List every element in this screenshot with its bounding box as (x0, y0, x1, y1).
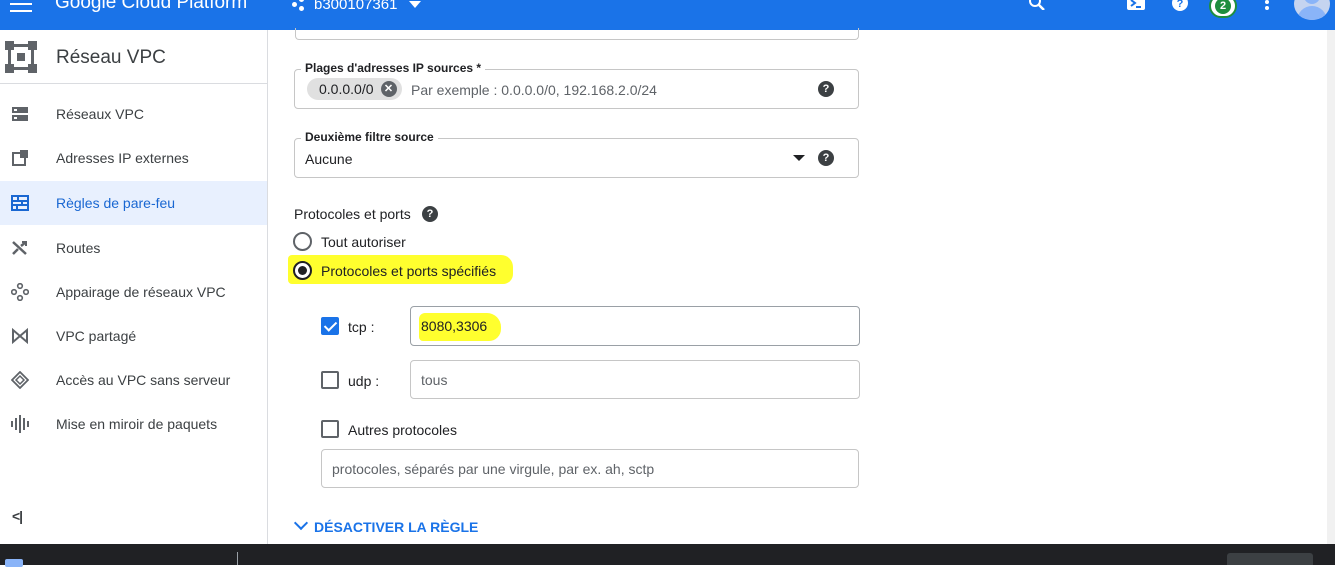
chevron-down-icon (293, 515, 309, 531)
ip-range-chip[interactable]: 0.0.0.0/0 ✕ (307, 78, 402, 100)
collapse-sidebar-button[interactable]: <| (12, 508, 23, 524)
source-ip-ranges-field[interactable]: Plages d'adresses IP sources * 0.0.0.0/0… (294, 61, 859, 109)
notifications-badge[interactable]: 2 (1209, 0, 1237, 18)
other-protocols-input[interactable] (332, 459, 732, 479)
sidebar-title: Réseau VPC (56, 47, 166, 68)
disable-rule-label: DÉSACTIVER LA RÈGLE (314, 519, 479, 535)
external-ip-icon (12, 150, 28, 166)
vpc-network-logo-icon (5, 41, 37, 73)
other-protocols-field[interactable] (321, 449, 859, 488)
source-ip-ranges-input[interactable] (411, 80, 811, 100)
sidebar-item-vpc-networks[interactable]: Réseaux VPC (0, 92, 267, 136)
more-vert-icon[interactable] (1262, 0, 1272, 12)
sidebar-item-label: Routes (56, 240, 101, 256)
sidebar-item-routes[interactable]: Routes (0, 226, 267, 270)
os-taskbar (0, 544, 1335, 567)
taskbar-button[interactable] (1227, 553, 1313, 565)
peering-icon (11, 283, 29, 301)
disable-rule-link[interactable]: DÉSACTIVER LA RÈGLE (291, 515, 479, 538)
other-protocols-label: Autres protocoles (348, 422, 457, 438)
firewall-rule-form: Plages d'adresses IP sources * 0.0.0.0/0… (269, 28, 1335, 544)
help-icon[interactable]: ? (818, 81, 834, 97)
ip-range-chip-label: 0.0.0.0/0 (319, 81, 374, 97)
sidebar-item-label: Règles de pare-feu (56, 195, 176, 211)
packet-mirroring-icon (11, 415, 29, 433)
radio-allow-all-label: Tout autoriser (321, 234, 406, 250)
help-icon[interactable]: ? (422, 206, 438, 222)
udp-checkbox[interactable] (321, 371, 339, 389)
svg-text:?: ? (1177, 0, 1184, 10)
account-avatar[interactable] (1294, 0, 1330, 20)
cloud-shell-icon[interactable] (1126, 0, 1146, 12)
routes-icon (12, 241, 27, 255)
app-title[interactable]: Google Cloud Platform (55, 0, 247, 14)
tcp-ports-input[interactable] (421, 316, 821, 336)
sidebar-item-external-ip[interactable]: Adresses IP externes (0, 136, 267, 180)
previous-field-bottom-border (295, 28, 859, 40)
search-icon[interactable] (1028, 0, 1048, 12)
sidebar-item-firewall-rules[interactable]: Règles de pare-feu (0, 181, 267, 225)
sidebar-item-peering[interactable]: Appairage de réseaux VPC (0, 270, 267, 314)
sidebar-item-label: Accès au VPC sans serveur (56, 372, 231, 388)
protocols-ports-heading: Protocoles et ports (294, 206, 411, 222)
radio-specified-protocols-circle[interactable] (293, 261, 312, 280)
udp-ports-field[interactable] (410, 360, 860, 399)
serverless-icon (11, 371, 29, 389)
chevron-down-icon (409, 0, 422, 8)
taskbar-divider (237, 552, 238, 565)
vpc-networks-icon (12, 107, 28, 121)
sidebar-item-label: Adresses IP externes (56, 150, 189, 166)
second-source-filter-value: Aucune (305, 151, 353, 167)
project-name: b300107361 (314, 0, 398, 13)
notification-count: 2 (1215, 0, 1231, 14)
chip-remove-icon[interactable]: ✕ (380, 81, 397, 97)
project-selector[interactable]: b300107361 (292, 0, 422, 14)
tcp-label: tcp : (348, 319, 375, 335)
shared-vpc-icon (12, 327, 28, 345)
firewall-icon (11, 195, 29, 211)
sidebar-item-label: Appairage de réseaux VPC (56, 284, 226, 300)
second-source-filter-label: Deuxième filtre source (301, 130, 438, 144)
sidebar-item-shared-vpc[interactable]: VPC partagé (0, 314, 267, 358)
radio-allow-all-circle[interactable] (293, 232, 312, 251)
top-app-bar: Google Cloud Platform b300107361 ? 2 (0, 0, 1335, 30)
second-source-filter-select[interactable]: Deuxième filtre source Aucune ? (294, 130, 859, 178)
sidebar-item-packet-mirroring[interactable]: Mise en miroir de paquets (0, 402, 267, 446)
page-scrollbar[interactable] (1327, 30, 1335, 544)
source-ip-ranges-label: Plages d'adresses IP sources * (301, 61, 486, 75)
udp-label: udp : (348, 373, 380, 389)
sidebar-item-label: Mise en miroir de paquets (56, 416, 218, 432)
sidebar: Réseau VPC Réseaux VPC Adresses IP exter… (0, 30, 268, 544)
radio-specified-protocols-label: Protocoles et ports spécifiés (321, 263, 497, 279)
help-icon[interactable]: ? (818, 150, 834, 166)
dropdown-arrow-icon[interactable] (793, 155, 805, 161)
taskbar-app-icon[interactable] (5, 559, 23, 567)
project-icon (292, 0, 306, 11)
tcp-checkbox[interactable] (321, 317, 339, 335)
help-icon[interactable]: ? (1171, 0, 1191, 12)
sidebar-item-label: VPC partagé (56, 328, 137, 344)
tcp-ports-field[interactable] (410, 306, 860, 346)
sidebar-item-serverless-access[interactable]: Accès au VPC sans serveur (0, 358, 267, 402)
udp-ports-input[interactable] (421, 370, 821, 390)
sidebar-item-label: Réseaux VPC (56, 106, 144, 122)
main-menu-icon[interactable] (10, 0, 32, 12)
other-protocols-checkbox[interactable] (321, 420, 339, 438)
sidebar-header: Réseau VPC (0, 30, 267, 84)
